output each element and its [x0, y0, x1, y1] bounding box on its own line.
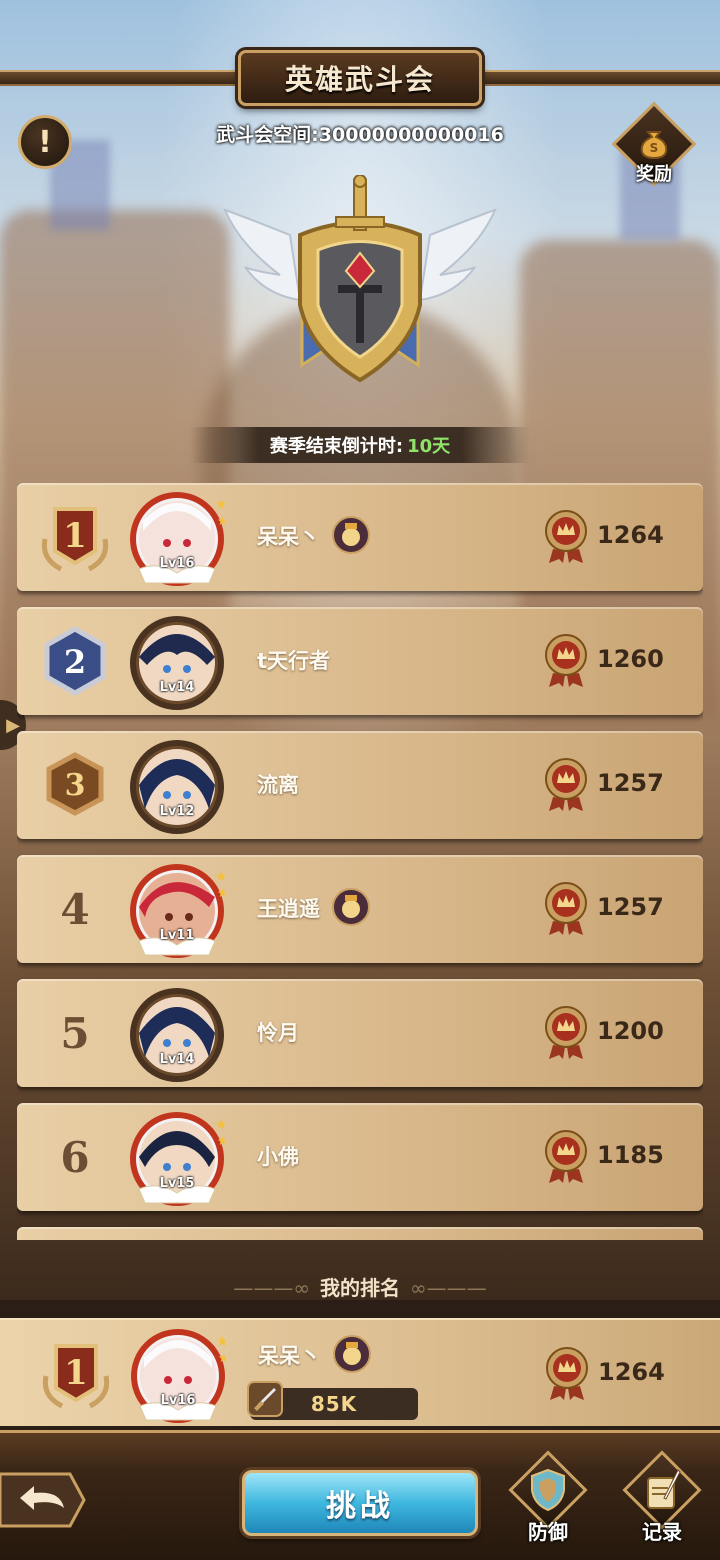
guild-icon — [331, 887, 371, 927]
record-label: 记录 — [642, 1520, 682, 1544]
avatar[interactable]: ★ ★ — [129, 863, 228, 959]
svg-text:★: ★ — [215, 869, 225, 885]
my-score-value: 1264 — [598, 1358, 665, 1386]
level-label: Lv14 — [159, 1052, 195, 1067]
my-rank-title: 我的排名 — [320, 1276, 400, 1300]
score-medal-icon — [543, 757, 589, 813]
ranking-row-partial[interactable] — [17, 1227, 703, 1240]
ranking-row[interactable]: 1 ★ ★ Lv16 呆呆丶 1264 — [17, 483, 703, 591]
reward-label: 奖励 — [636, 164, 672, 185]
score-medal-icon — [543, 881, 589, 937]
my-rank-header: ———∞ 我的排名 ∞——— — [0, 1272, 720, 1301]
svg-text:★: ★ — [218, 1351, 226, 1365]
player-name: t天行者 — [257, 649, 331, 673]
ranking-list[interactable]: 1 ★ ★ Lv16 呆呆丶 1264 2 Lv14 t天行者 1260 3 L… — [17, 483, 703, 1240]
rank-number: 5 — [60, 1008, 90, 1058]
ornament-divider-left: ———∞ — [233, 1276, 310, 1300]
ranking-row[interactable]: 5 Lv14 怜月 1200 — [17, 979, 703, 1087]
svg-text:★: ★ — [217, 514, 225, 528]
rank-3-badge-icon: 3 — [37, 747, 113, 823]
svg-text:S: S — [650, 141, 659, 155]
player-name: 呆呆丶 — [257, 525, 320, 549]
countdown-days: 10天 — [407, 436, 451, 457]
rank-number: 1 — [63, 516, 87, 556]
ranking-row[interactable]: 3 Lv12 流离 1257 — [17, 731, 703, 839]
level-label: Lv16 — [159, 556, 195, 571]
ranking-row[interactable]: 6 ★ ★ Lv15 小佛 1185 — [17, 1103, 703, 1211]
ranking-row[interactable]: 4 ★ ★ Lv11 王逍遥 1257 — [17, 855, 703, 963]
rank-1-badge-icon: 1 — [38, 1336, 114, 1412]
svg-text:★: ★ — [217, 1134, 225, 1148]
score-medal-icon — [544, 1346, 590, 1402]
avatar[interactable] — [129, 739, 225, 835]
defense-button[interactable]: 防御 — [500, 1450, 596, 1552]
avatar[interactable] — [129, 615, 225, 711]
title-plate: 英雄武斗会 — [238, 50, 482, 106]
rank-number: 2 — [64, 643, 86, 681]
guild-icon — [332, 1334, 372, 1374]
defense-label: 防御 — [528, 1520, 568, 1544]
player-name: 怜月 — [257, 1021, 299, 1045]
challenge-label: 挑战 — [326, 1489, 394, 1524]
sword-icon — [244, 1378, 286, 1420]
player-name: 王逍遥 — [257, 897, 320, 921]
reward-button[interactable]: S 奖励 — [611, 101, 697, 194]
avatar[interactable]: ★ ★ — [129, 1111, 228, 1207]
player-name: 流离 — [257, 773, 299, 797]
my-avatar[interactable]: ★ ★ — [130, 1328, 229, 1424]
score-medal-icon — [543, 633, 589, 689]
ornament-divider-right: ∞——— — [410, 1276, 487, 1300]
money-bag-icon: S — [636, 124, 672, 160]
score-value: 1257 — [597, 769, 664, 797]
score-value: 1185 — [597, 1141, 664, 1169]
my-rank-number: 1 — [64, 1353, 88, 1393]
svg-text:★: ★ — [217, 886, 225, 900]
score-value: 1264 — [597, 521, 664, 549]
level-label: Lv11 — [159, 928, 195, 943]
season-countdown: 赛季结束倒计时: 10天 — [190, 427, 530, 463]
rank-emblem-icon — [220, 174, 500, 390]
level-label: Lv15 — [159, 1176, 195, 1191]
rank-2-badge-icon: 2 — [37, 623, 113, 699]
ranking-row[interactable]: 2 Lv14 t天行者 1260 — [17, 607, 703, 715]
back-button[interactable] — [0, 1468, 86, 1532]
score-value: 1260 — [597, 645, 664, 673]
svg-text:★: ★ — [216, 1334, 226, 1350]
info-button[interactable]: ! — [18, 115, 72, 169]
challenge-button[interactable]: 挑战 — [242, 1470, 478, 1536]
level-label: Lv12 — [159, 804, 195, 819]
player-name: 小佛 — [257, 1145, 299, 1169]
score-value: 1200 — [597, 1017, 664, 1045]
guild-icon — [331, 515, 371, 555]
avatar[interactable]: ★ ★ — [129, 491, 228, 587]
countdown-label: 赛季结束倒计时: — [269, 436, 404, 457]
page-title: 英雄武斗会 — [284, 63, 435, 96]
score-medal-icon — [543, 509, 589, 565]
rank-1-badge-icon: 1 — [37, 499, 113, 575]
score-medal-icon — [543, 1005, 589, 1061]
rank-number: 4 — [60, 884, 90, 934]
rank-number: 3 — [65, 768, 86, 803]
avatar[interactable] — [129, 987, 225, 1083]
rank-number: 6 — [60, 1132, 90, 1182]
my-rank-row[interactable]: 1 ★ ★ Lv16 呆呆丶 85K 1264 — [0, 1318, 720, 1426]
svg-text:★: ★ — [215, 1117, 225, 1133]
svg-text:★: ★ — [215, 497, 225, 513]
shield-icon — [528, 1468, 568, 1512]
record-button[interactable]: 记录 — [614, 1450, 710, 1552]
level-label: Lv14 — [159, 680, 195, 695]
my-player-name: 呆呆丶 — [258, 1344, 321, 1368]
scroll-quill-icon — [642, 1468, 682, 1512]
score-medal-icon — [543, 1129, 589, 1185]
score-value: 1257 — [597, 893, 664, 921]
exclamation-icon: ! — [38, 124, 52, 160]
my-level-label: Lv16 — [160, 1393, 196, 1408]
